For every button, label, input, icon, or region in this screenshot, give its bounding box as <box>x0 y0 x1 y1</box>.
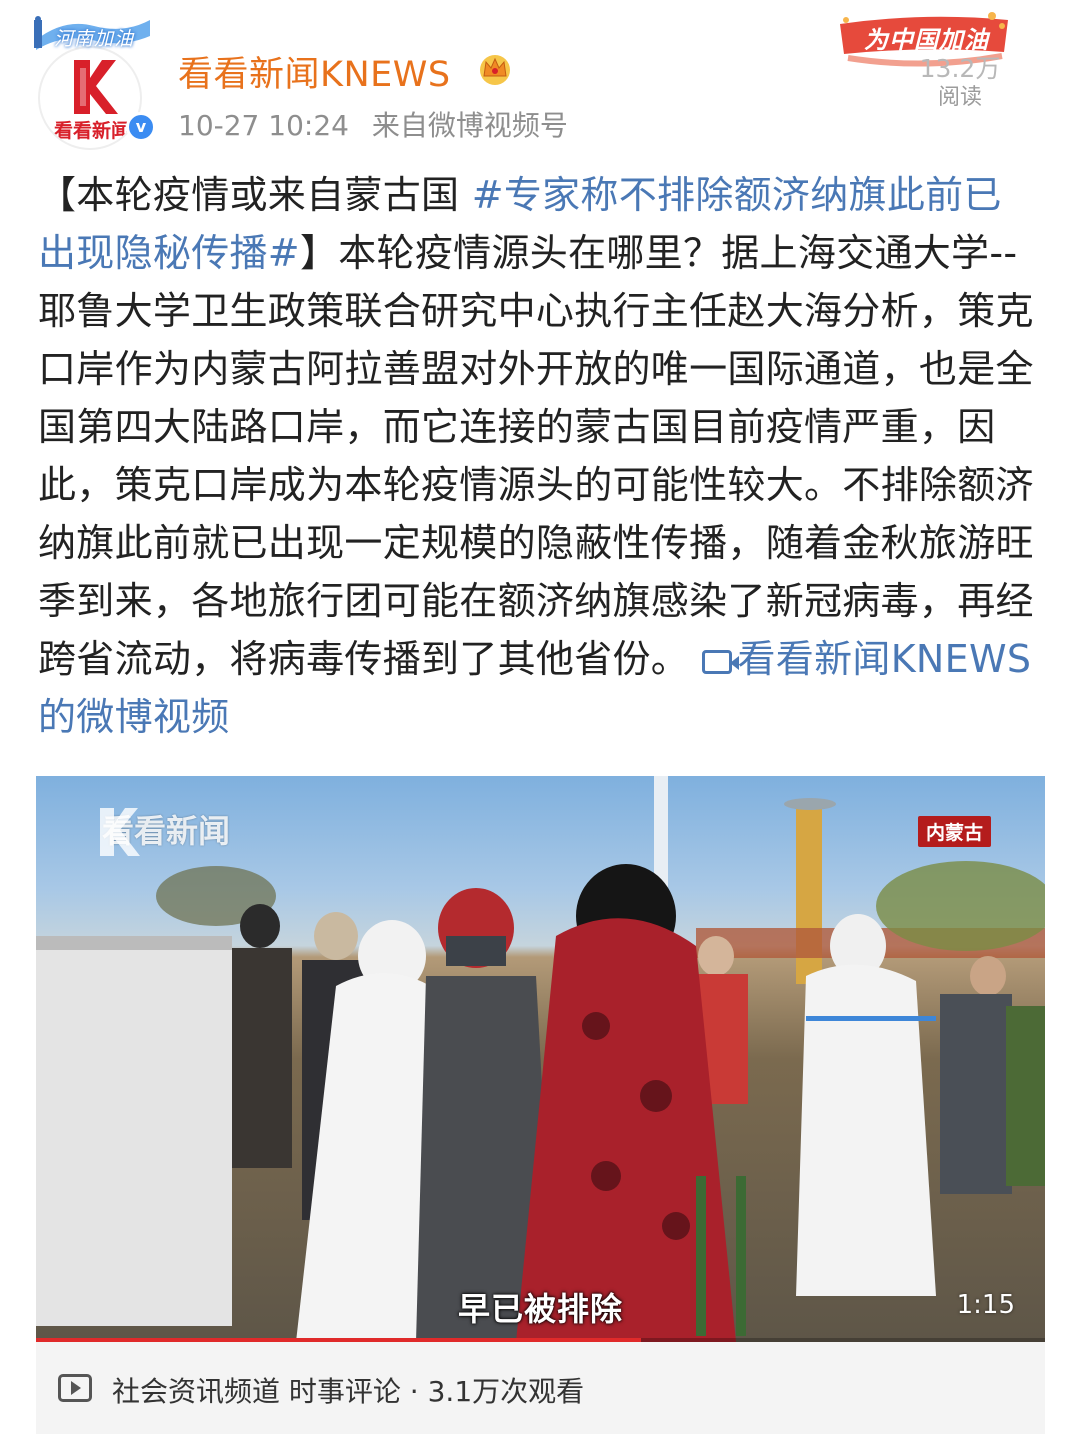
avatar-image[interactable]: 看看新闻 <box>38 46 142 150</box>
post-timestamp: 10-27 10:24 <box>178 109 349 142</box>
video-frame <box>36 776 1045 1342</box>
post-meta: 10-27 10:24 来自微博视频号 <box>178 104 568 144</box>
verified-badge-icon: v <box>126 112 156 142</box>
avatar-banner-text: 河南加油 <box>54 28 135 50</box>
video-footer[interactable]: 社会资讯频道 时事评论 · 3.1万次观看 <box>36 1342 1045 1434</box>
read-count-value: 13.2万 <box>919 54 1001 83</box>
campaign-text: 为中国加油 <box>864 26 989 54</box>
user-name[interactable]: 看看新闻KNEWS <box>178 46 451 97</box>
video-player[interactable]: 看看新闻 内蒙古 早已被排除 1:15 <box>36 776 1045 1342</box>
post-text: 【本轮疫情或来自蒙古国 #专家称不排除额济纳旗此前已出现隐秘传播#】本轮疫情源头… <box>38 166 1038 746</box>
read-count: 13.2万 阅读 <box>910 54 1010 112</box>
post-source[interactable]: 微博视频号 <box>428 109 568 142</box>
knews-logo-icon <box>74 60 118 114</box>
read-count-label: 阅读 <box>937 85 982 110</box>
location-badge: 内蒙古 <box>917 816 991 847</box>
post-text-body: 】本轮疫情源头在哪里？据上海交通大学--耶鲁大学卫生政策联合研究中心执行主任赵大… <box>38 231 1034 681</box>
video-watermark: 看看新闻 <box>94 806 230 856</box>
video-channel-info: 社会资讯频道 时事评论 · 3.1万次观看 <box>112 1375 585 1408</box>
video-camera-icon <box>701 650 739 674</box>
post-text-lead: 【本轮疫情或来自蒙古国 <box>38 173 472 217</box>
watermark-logo-icon <box>100 808 140 856</box>
video-subtitle: 早已被排除 <box>457 1290 623 1328</box>
avatar[interactable]: 看看新闻 河南加油 v <box>34 16 156 150</box>
source-prefix: 来自 <box>371 109 428 142</box>
video-duration: 1:15 <box>956 1290 1015 1320</box>
video-play-icon <box>58 1374 92 1402</box>
crown-icon[interactable] <box>476 50 514 86</box>
